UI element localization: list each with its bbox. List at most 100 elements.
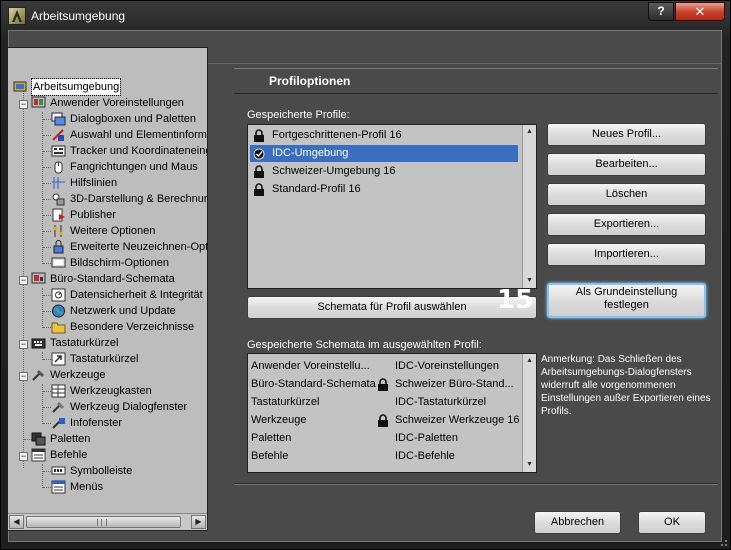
archicad-app-icon	[8, 7, 26, 25]
user-preferences-icon	[31, 96, 46, 108]
checkmark-badge-icon	[253, 148, 265, 160]
scroll-thumb[interactable]	[26, 516, 181, 528]
tree-collapse-toggle[interactable]: −	[19, 100, 28, 109]
toolbox-icon	[51, 384, 66, 398]
cancel-button[interactable]: Abbrechen	[534, 511, 621, 534]
scroll-left-icon[interactable]: ◀	[9, 515, 24, 529]
publisher-icon	[52, 208, 65, 222]
lock-icon	[254, 165, 264, 178]
delete-profile-button[interactable]: Löschen	[547, 183, 706, 206]
tree-group-label: Paletten	[50, 433, 91, 445]
profile-row[interactable]: Schweizer-Umgebung 16	[250, 163, 518, 180]
apply-schemas-button[interactable]: Schemata für Profil auswählen	[247, 296, 537, 319]
info-box-icon	[52, 418, 65, 429]
set-default-button[interactable]: Als Grundeinstellung festlegen	[547, 283, 706, 318]
profile-name: Schweizer-Umgebung 16	[272, 165, 396, 177]
schemas-vertical-scrollbar[interactable]: ▲ ▼	[522, 354, 536, 472]
settings-tree[interactable]: Arbeitsumgebung − Anwender Voreinstellun…	[7, 47, 208, 531]
tree-item-label: Werkzeug Dialogfenster	[70, 401, 188, 413]
tree-connector	[43, 327, 51, 328]
schema-category: Werkzeuge	[251, 414, 307, 426]
ok-button[interactable]: OK	[638, 511, 706, 534]
profile-row-selected[interactable]: IDC-Umgebung	[250, 145, 518, 162]
tree-connector	[43, 167, 51, 168]
tree-connector	[42, 464, 43, 488]
tree-connector	[42, 288, 43, 328]
resize-grip-icon[interactable]	[718, 537, 728, 547]
new-profile-button[interactable]: Neues Profil...	[547, 123, 706, 146]
profiles-vertical-scrollbar[interactable]: ▲ ▼	[522, 125, 536, 288]
scroll-down-icon[interactable]: ▼	[523, 458, 536, 472]
scroll-right-icon[interactable]: ▶	[191, 515, 206, 529]
tree-item-label: Tastaturkürzel	[70, 353, 139, 365]
schema-category: Büro-Standard-Schemata	[251, 378, 376, 390]
tree-connector	[43, 391, 51, 392]
tree-connector	[43, 135, 51, 136]
window-title: Arbeitsumgebung	[31, 9, 126, 23]
schema-row[interactable]: Schweizer Werkzeuge 16	[378, 411, 520, 429]
profile-name: IDC-Umgebung	[272, 147, 349, 159]
tree-connector	[43, 151, 51, 152]
tree-collapse-toggle[interactable]: −	[19, 276, 28, 285]
scroll-up-icon[interactable]: ▲	[523, 354, 536, 368]
schema-row[interactable]: Schweizer Büro-Stand...	[378, 375, 520, 393]
schema-row[interactable]: IDC-Voreinstellungen	[395, 357, 520, 375]
schema-category: Paletten	[251, 432, 292, 444]
tree-group-label: Büro-Standard-Schemata	[50, 273, 175, 285]
schema-row[interactable]: IDC-Befehle	[395, 447, 520, 465]
shortcut-icon	[51, 352, 66, 366]
workspace-icon	[13, 81, 27, 92]
export-profile-button[interactable]: Exportieren...	[547, 213, 706, 236]
tree-item-label: Symbolleiste	[70, 465, 133, 477]
help-button[interactable]: ?	[648, 2, 674, 21]
section-title: Profiloptionen	[234, 68, 718, 94]
tree-connector	[43, 487, 51, 488]
schema-category-column: Anwender Voreinstellu... Büro-Standard-S…	[251, 357, 376, 465]
profile-row[interactable]: Fortgeschrittenen-Profil 16	[250, 127, 518, 144]
tree-item-label: Besondere Verzeichnisse	[70, 321, 195, 333]
profile-row[interactable]: Standard-Profil 16	[250, 181, 518, 198]
tree-item-label: Fangrichtungen und Maus	[70, 161, 198, 173]
schema-category: Tastaturkürzel	[251, 396, 320, 408]
tools-icon	[32, 370, 44, 381]
redraw-icon	[53, 240, 64, 254]
tree-item-label: Datensicherheit & Integrität	[70, 289, 203, 301]
tree-collapse-toggle[interactable]: −	[19, 340, 28, 349]
title-bar[interactable]: Arbeitsumgebung ? ✕	[1, 1, 730, 31]
close-button[interactable]: ✕	[675, 2, 725, 21]
3d-display-icon	[52, 193, 65, 206]
tree-connector	[43, 359, 51, 360]
edit-profile-button[interactable]: Bearbeiten...	[547, 153, 706, 176]
schema-value: Schweizer Werkzeuge 16	[395, 414, 520, 426]
tracker-icon	[51, 145, 66, 157]
schemas-list[interactable]: Anwender Voreinstellu... Büro-Standard-S…	[247, 353, 537, 473]
tree-item-label: Bildschirm-Optionen	[70, 257, 170, 269]
dialog-palettes-icon	[51, 112, 66, 126]
tree-item-label: 3D-Darstellung & Berechnun	[70, 193, 208, 205]
scroll-up-icon[interactable]: ▲	[523, 125, 536, 139]
tree-collapse-toggle[interactable]: −	[19, 372, 28, 381]
menus-icon	[51, 480, 66, 494]
tree-connector	[43, 119, 51, 120]
set-default-line1: Als Grundeinstellung	[575, 286, 678, 298]
tree-connector	[43, 295, 51, 296]
tree-horizontal-scrollbar[interactable]: ◀ ▶	[8, 513, 207, 530]
tree-item-label: Weitere Optionen	[70, 225, 156, 237]
schema-row[interactable]: IDC-Tastaturkürzel	[395, 393, 520, 411]
schema-category: Anwender Voreinstellu...	[251, 360, 370, 372]
schema-value: IDC-Befehle	[395, 450, 455, 462]
tree-item-label: Menüs	[70, 481, 104, 493]
tree-connector	[43, 247, 51, 248]
tree-item-label: Dialogboxen und Paletten	[70, 113, 196, 125]
import-profile-button[interactable]: Importieren...	[547, 243, 706, 266]
lock-icon	[254, 129, 264, 142]
schema-value-column: IDC-Voreinstellungen Schweizer Büro-Stan…	[378, 357, 520, 465]
tree-item-label: Netzwerk und Update	[70, 305, 176, 317]
schema-value: IDC-Tastaturkürzel	[395, 396, 487, 408]
schema-row[interactable]: IDC-Paletten	[395, 429, 520, 447]
tree-group-label: Werkzeuge	[50, 369, 106, 381]
profiles-list[interactable]: Fortgeschrittenen-Profil 16 IDC-Umgebung…	[247, 124, 537, 289]
tree-collapse-toggle[interactable]: −	[19, 452, 28, 461]
office-standards-icon	[31, 272, 46, 284]
selection-info-icon	[52, 129, 64, 141]
